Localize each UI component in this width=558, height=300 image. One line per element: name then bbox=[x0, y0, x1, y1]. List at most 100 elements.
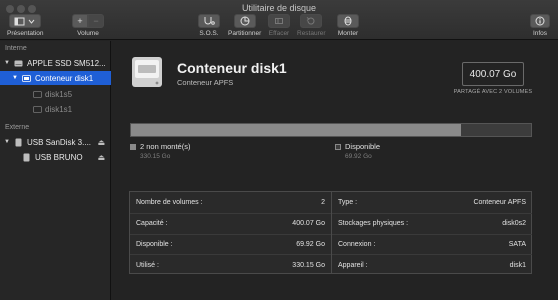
sidebar-item-label: Conteneur disk1 bbox=[35, 73, 94, 83]
info-value: 69.92 Go bbox=[296, 240, 325, 248]
usage-bar-used bbox=[131, 124, 462, 136]
info-key: Nombre de volumes : bbox=[136, 198, 203, 206]
presentation-control[interactable]: Présentation bbox=[7, 14, 44, 37]
eject-icon[interactable]: ⏏ bbox=[97, 153, 105, 162]
usage-bar bbox=[130, 123, 532, 137]
presentation-label: Présentation bbox=[7, 30, 44, 37]
info-row: Disponible : 69.92 Go bbox=[130, 233, 331, 255]
container-icon bbox=[22, 74, 31, 82]
partition-label: Partitionner bbox=[228, 30, 262, 37]
info-row: Stockages physiques : disk0s2 bbox=[332, 212, 532, 234]
add-volume-button[interactable]: + bbox=[72, 14, 88, 28]
sidebar-item-label: disk1s1 bbox=[45, 104, 73, 114]
mount-icon bbox=[344, 16, 352, 26]
restore-control[interactable]: Restaurer bbox=[297, 14, 326, 37]
sidebar-icon bbox=[14, 17, 35, 25]
info-label: Infos bbox=[532, 30, 548, 37]
partition-control[interactable]: Partitionner bbox=[228, 14, 261, 37]
external-volume-icon bbox=[23, 153, 30, 161]
sidebar: Interne ▼ APPLE SSD SM512... ▼ Conteneur… bbox=[0, 41, 111, 300]
container-disk-icon bbox=[132, 57, 162, 87]
info-icon bbox=[535, 16, 545, 26]
sos-label: S.O.S. bbox=[199, 30, 219, 37]
toolbar: Utilitaire de disque Présentation + − Vo… bbox=[0, 0, 558, 40]
mount-label: Monter bbox=[337, 30, 359, 37]
volume-control[interactable]: + − Volume bbox=[72, 14, 104, 37]
disclosure-triangle-icon[interactable]: ▼ bbox=[4, 139, 10, 145]
mount-control[interactable]: Monter bbox=[337, 14, 359, 37]
info-key: Capacité : bbox=[136, 220, 168, 228]
erase-button[interactable] bbox=[268, 14, 290, 28]
info-value: disk1 bbox=[509, 261, 526, 269]
sidebar-item-apple-ssd[interactable]: ▼ APPLE SSD SM512... bbox=[0, 56, 111, 70]
presentation-button[interactable] bbox=[9, 14, 42, 28]
sos-control[interactable]: S.O.S. bbox=[198, 14, 220, 37]
legend-available: Disponible bbox=[335, 142, 380, 151]
volume-label: Volume bbox=[77, 30, 99, 37]
eraser-icon bbox=[275, 18, 283, 24]
legend-available-swatch bbox=[335, 144, 341, 150]
remove-volume-button[interactable]: − bbox=[88, 14, 104, 28]
volume-icon bbox=[33, 105, 42, 113]
info-row: Type : Conteneur APFS bbox=[332, 192, 532, 213]
erase-label: Effacer bbox=[268, 30, 290, 37]
info-key: Connexion : bbox=[338, 240, 376, 248]
disclosure-triangle-icon[interactable]: ▼ bbox=[12, 75, 18, 81]
container-subtitle: Conteneur APFS bbox=[177, 78, 234, 87]
sidebar-item-disk1s5[interactable]: disk1s5 bbox=[0, 87, 111, 101]
external-drive-icon bbox=[15, 138, 22, 146]
sidebar-item-conteneur-disk1[interactable]: ▼ Conteneur disk1 bbox=[0, 71, 111, 85]
window-title: Utilitaire de disque bbox=[241, 3, 317, 13]
info-left-column: Nombre de volumes : 2 Capacité : 400.07 … bbox=[130, 192, 331, 273]
info-row: Appareil : disk1 bbox=[332, 254, 532, 275]
info-control[interactable]: Infos bbox=[530, 14, 550, 37]
internal-drive-icon bbox=[14, 60, 23, 66]
restore-button[interactable] bbox=[300, 14, 323, 28]
info-value: 2 bbox=[321, 198, 325, 206]
info-key: Utilisé : bbox=[136, 261, 159, 269]
partition-button[interactable] bbox=[233, 14, 256, 28]
sidebar-item-label: USB BRUNO bbox=[35, 152, 83, 162]
mount-button[interactable] bbox=[337, 14, 359, 28]
info-key: Stockages physiques : bbox=[338, 220, 409, 228]
sidebar-section-internal: Interne bbox=[5, 45, 27, 52]
volume-icon bbox=[33, 90, 42, 98]
info-row: Utilisé : 330.15 Go bbox=[130, 254, 331, 275]
info-value: disk0s2 bbox=[502, 220, 526, 228]
legend-unmounted-swatch bbox=[130, 144, 136, 150]
sidebar-item-usb-sandisk[interactable]: ▼ USB SanDisk 3.... ⏏ bbox=[0, 135, 111, 149]
sos-button[interactable] bbox=[198, 14, 220, 28]
pie-icon bbox=[240, 16, 250, 26]
sidebar-item-label: APPLE SSD SM512... bbox=[27, 58, 106, 68]
legend-available-label: Disponible bbox=[345, 142, 381, 151]
info-row: Nombre de volumes : 2 bbox=[130, 192, 331, 213]
sidebar-item-label: USB SanDisk 3.... bbox=[27, 137, 92, 147]
info-row: Connexion : SATA bbox=[332, 233, 532, 255]
disk-utility-window: Utilitaire de disque Présentation + − Vo… bbox=[0, 0, 558, 300]
sidebar-item-label: disk1s5 bbox=[45, 89, 73, 99]
info-button[interactable] bbox=[530, 14, 550, 28]
legend-available-value: 69.92 Go bbox=[345, 153, 372, 160]
info-key: Disponible : bbox=[136, 240, 173, 248]
legend-unmounted: 2 non monté(s) bbox=[130, 142, 190, 151]
capacity-value: 400.07 Go bbox=[462, 62, 524, 86]
detail-pane: Conteneur disk1 Conteneur APFS 400.07 Go… bbox=[112, 41, 558, 300]
info-value: 400.07 Go bbox=[292, 220, 325, 228]
info-right-column: Type : Conteneur APFS Stockages physique… bbox=[332, 192, 532, 273]
sidebar-section-external: Externe bbox=[5, 124, 30, 131]
info-value: SATA bbox=[508, 240, 526, 248]
info-value: 330.15 Go bbox=[292, 261, 325, 269]
sidebar-item-usb-bruno[interactable]: USB BRUNO ⏏ bbox=[0, 150, 111, 164]
eject-icon[interactable]: ⏏ bbox=[97, 138, 105, 147]
capacity-caption: PARTAGÉ AVEC 2 VOLUMES bbox=[453, 89, 533, 95]
erase-control[interactable]: Effacer bbox=[268, 14, 290, 37]
info-table: Nombre de volumes : 2 Capacité : 400.07 … bbox=[129, 191, 532, 274]
restore-icon bbox=[306, 17, 315, 25]
legend-unmounted-label: 2 non monté(s) bbox=[140, 142, 191, 151]
disclosure-triangle-icon[interactable]: ▼ bbox=[4, 60, 10, 66]
container-title: Conteneur disk1 bbox=[177, 60, 287, 76]
info-key: Type : bbox=[338, 198, 358, 206]
sidebar-item-disk1s1[interactable]: disk1s1 bbox=[0, 102, 111, 116]
info-row: Capacité : 400.07 Go bbox=[130, 212, 331, 234]
info-key: Appareil : bbox=[338, 261, 368, 269]
